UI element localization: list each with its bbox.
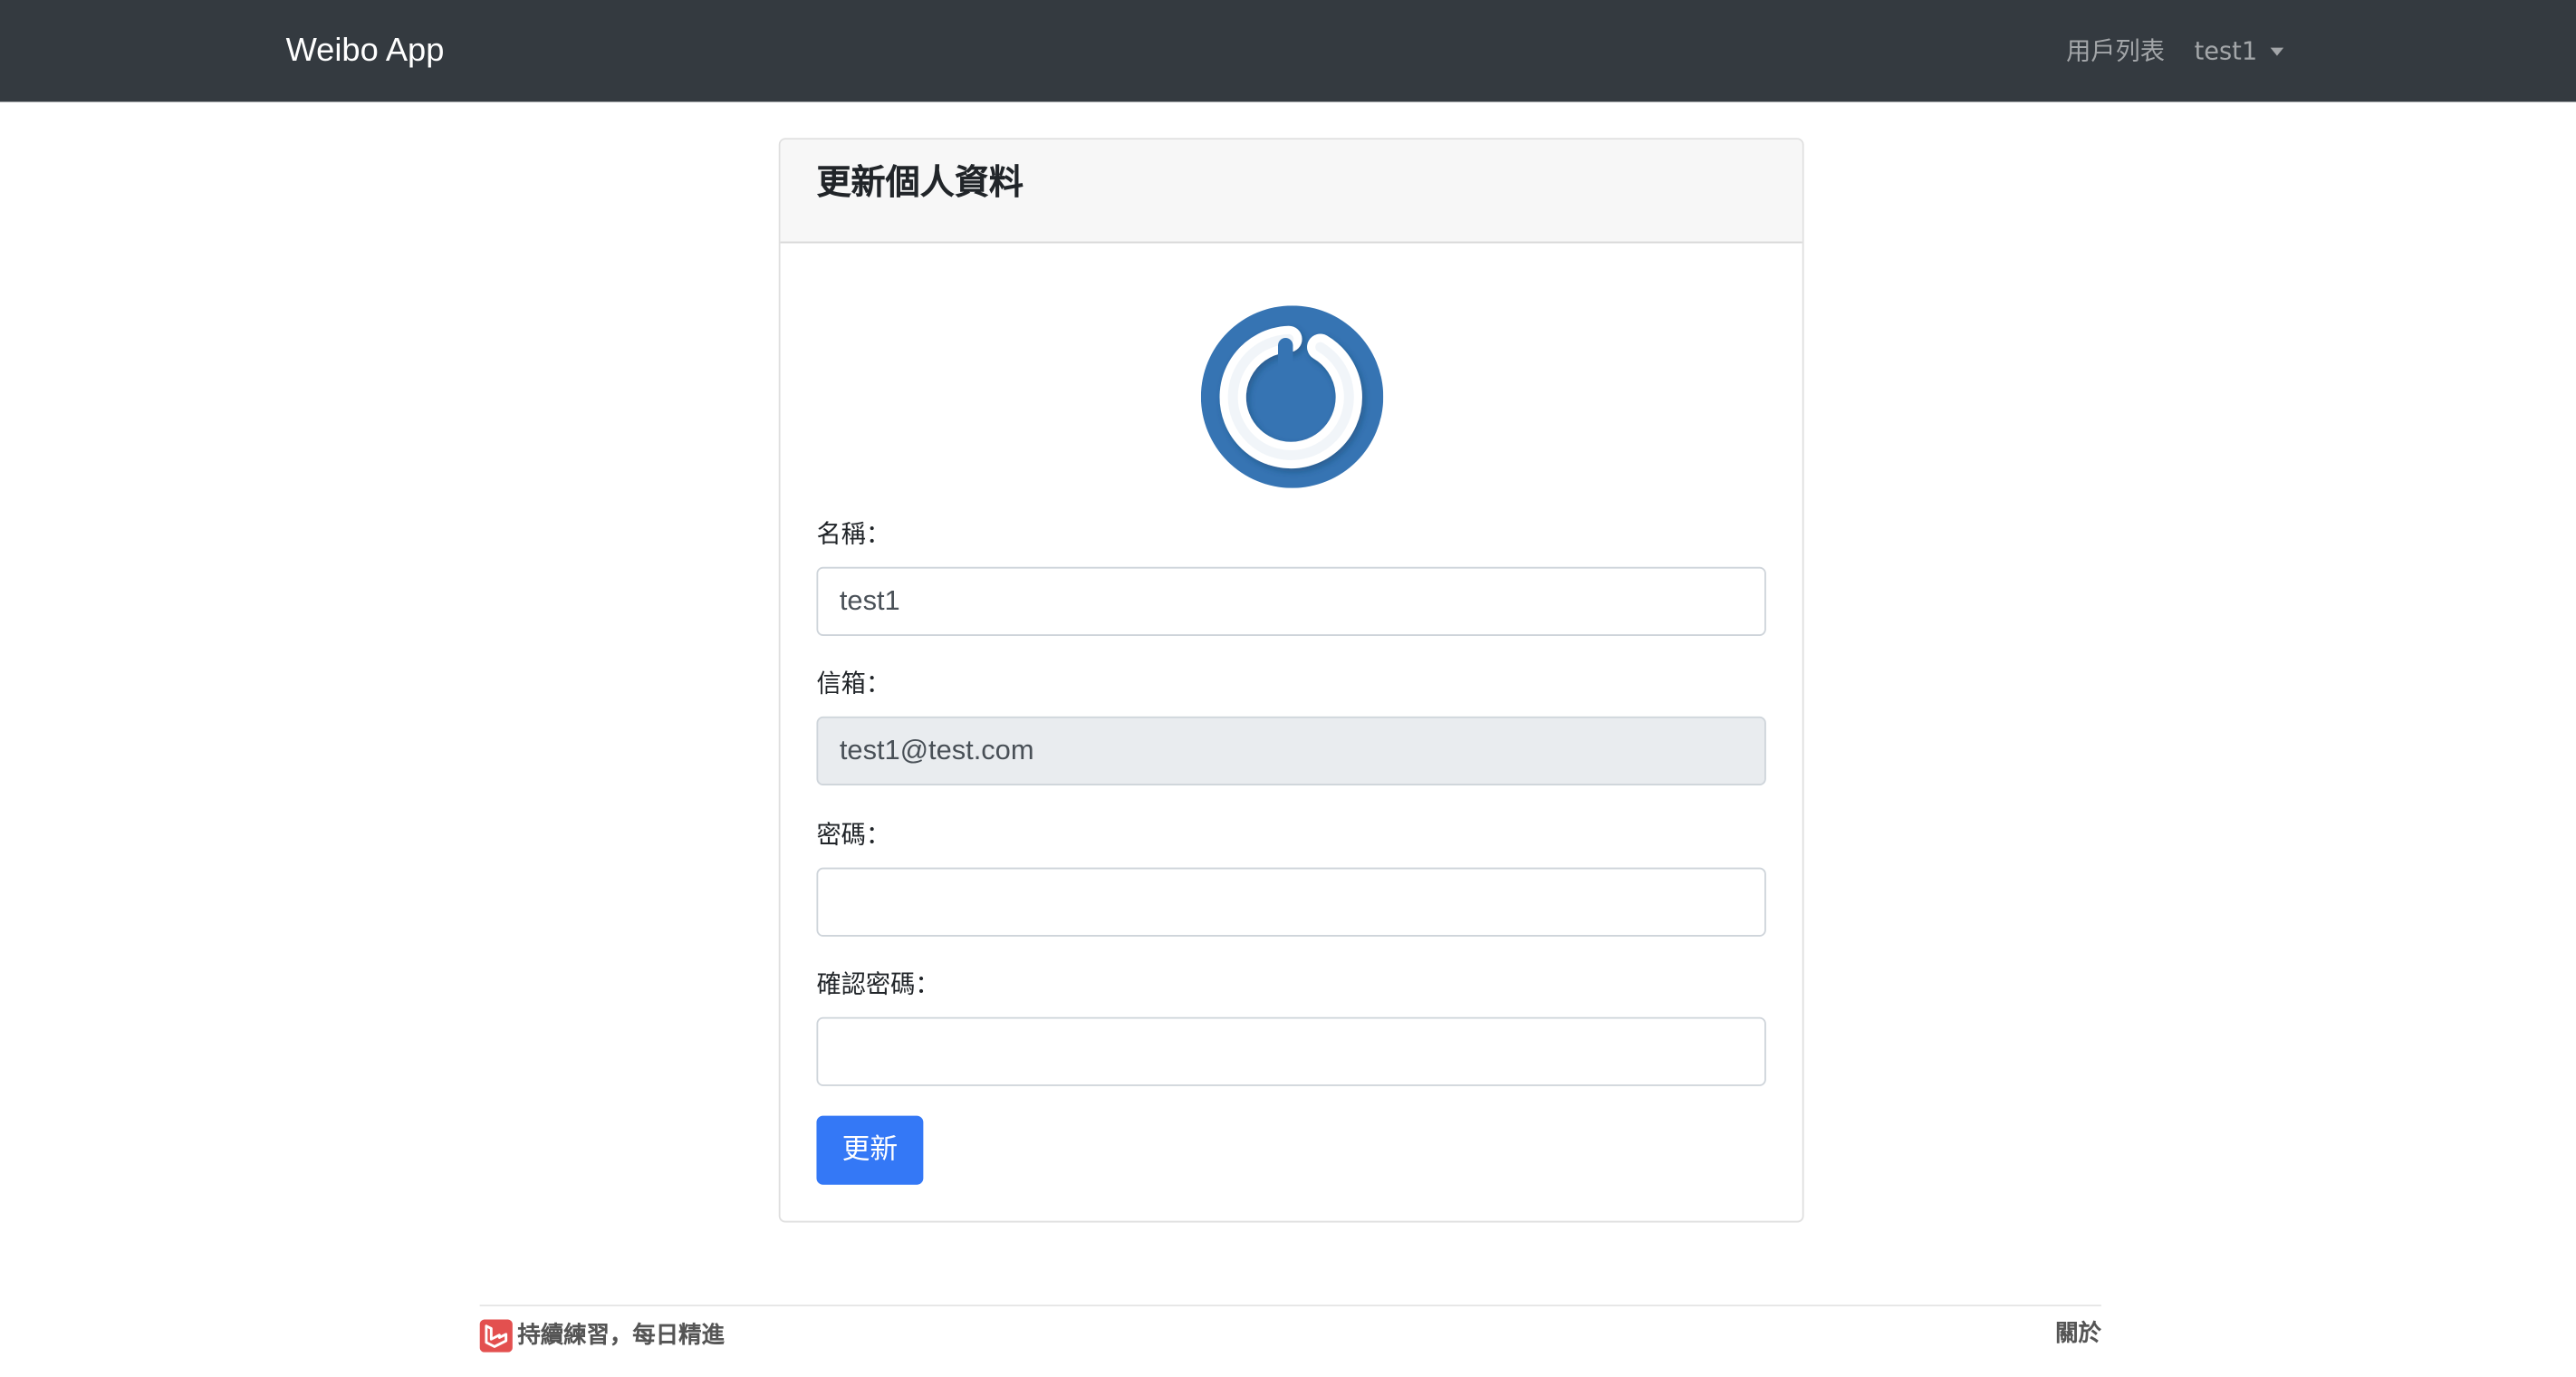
footer-brand: 持續練習，每日精進 xyxy=(479,1319,725,1353)
laravel-logo-icon xyxy=(479,1319,513,1353)
top-navbar: Weibo App 用戶列表 test1 xyxy=(0,0,2576,102)
name-label: 名稱： xyxy=(816,519,891,549)
card-header: 更新個人資料 xyxy=(780,140,1802,244)
profile-edit-card: 更新個人資料 名稱： 信箱： 密碼： xyxy=(778,138,1804,1223)
name-field-group: 名稱： xyxy=(816,517,1766,636)
page: Weibo App 用戶列表 test1 更新個人資料 名稱： test1 信箱… xyxy=(0,0,2576,1377)
email-field-group: 信箱： xyxy=(816,667,1766,785)
name-input[interactable] xyxy=(816,566,1766,636)
password-confirm-input[interactable] xyxy=(816,1016,1766,1086)
update-button[interactable]: 更新 xyxy=(816,1115,924,1185)
email-label: 信箱： xyxy=(816,669,891,698)
brand-link[interactable]: Weibo App xyxy=(286,30,445,72)
password-confirm-label: 確認密碼： xyxy=(816,969,940,999)
users-list-link[interactable]: 用戶列表 xyxy=(2066,34,2165,67)
user-dropdown-label: test1 xyxy=(2194,35,2258,66)
password-label: 密碼： xyxy=(816,820,891,850)
password-input[interactable] xyxy=(816,867,1766,937)
password-field-group: 密碼： xyxy=(816,818,1766,937)
email-field xyxy=(816,716,1766,785)
page-footer: 持續練習，每日精進 關於 xyxy=(479,1305,2101,1377)
page-title: 更新個人資料 xyxy=(816,162,1024,203)
password-confirm-field-group: 確認密碼： xyxy=(816,968,1766,1086)
caret-down-icon xyxy=(2270,47,2284,56)
about-link[interactable]: 關於 xyxy=(2055,1319,2101,1349)
navbar-right-menu: 用戶列表 test1 xyxy=(2066,34,2284,67)
footer-tagline: 持續練習，每日精進 xyxy=(517,1323,725,1350)
avatar xyxy=(1200,305,1384,488)
user-dropdown-toggle[interactable]: test1 xyxy=(2195,34,2284,67)
